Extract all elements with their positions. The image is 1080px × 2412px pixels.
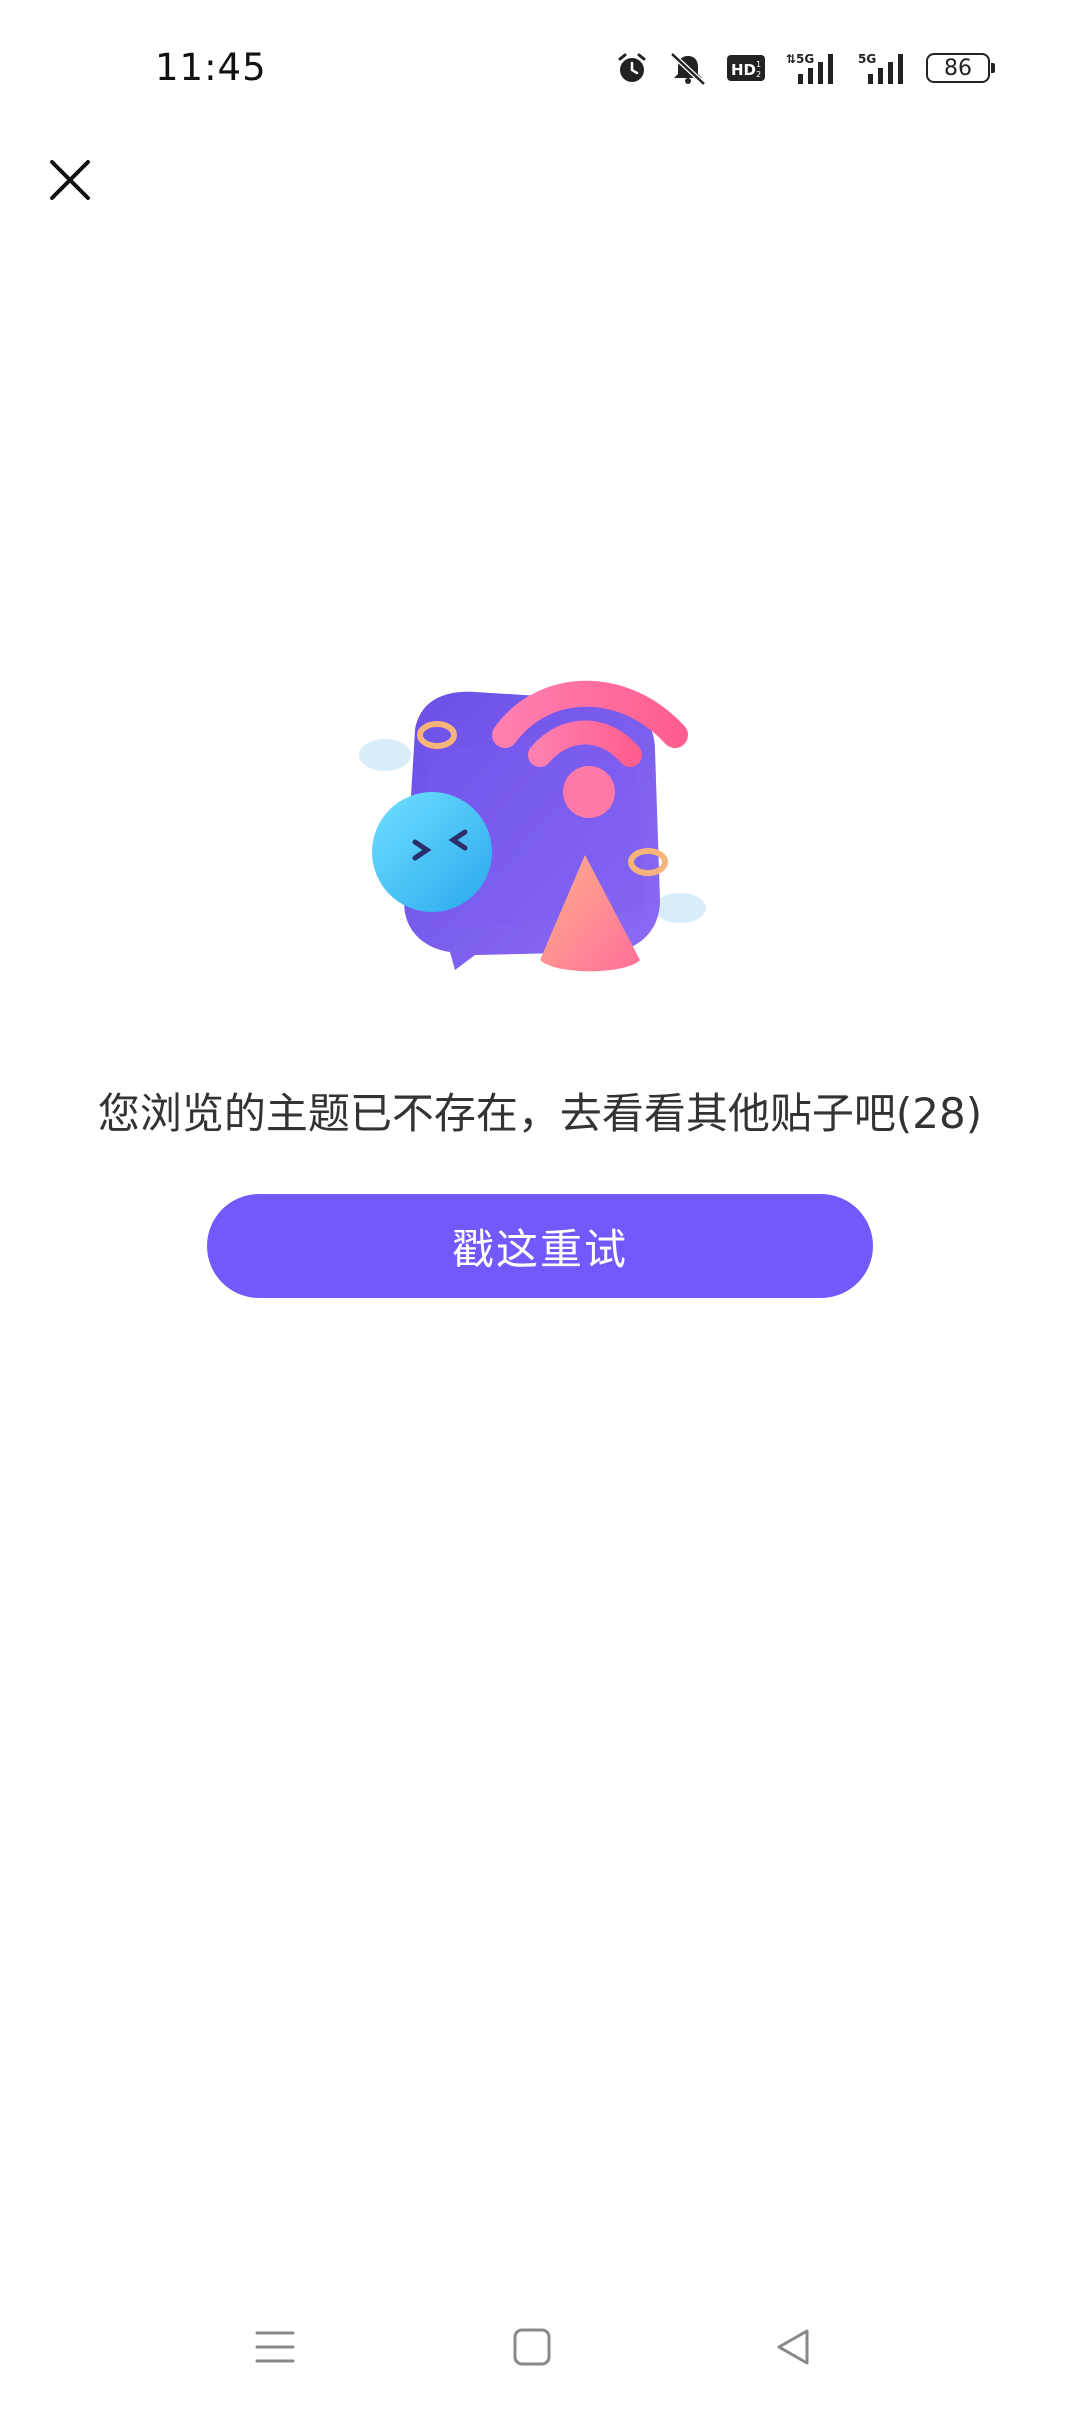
- menu-button[interactable]: [240, 2312, 310, 2382]
- empty-state-message: 您浏览的主题已不存在，去看看其他贴子吧(28): [97, 1089, 983, 1138]
- 5g-signal-icon: ⇅5G: [782, 48, 842, 88]
- svg-text:5G: 5G: [858, 52, 876, 66]
- status-icons: HD 1 2 ⇅5G 5G 86: [614, 48, 995, 88]
- home-icon: [513, 2328, 551, 2366]
- svg-text:1: 1: [756, 60, 761, 69]
- status-bar: 11:45 HD 1 2 ⇅5G 5G 86: [0, 0, 1080, 140]
- home-button[interactable]: [497, 2312, 567, 2382]
- 5g-signal-icon: 5G: [858, 48, 910, 88]
- hd-voice-icon: HD 1 2: [726, 48, 766, 88]
- navigation-bar: [0, 2290, 1080, 2400]
- battery-indicator: 86: [926, 53, 995, 83]
- close-button[interactable]: [40, 150, 100, 210]
- mute-icon: [666, 48, 710, 88]
- svg-text:2: 2: [756, 70, 761, 79]
- broken-signal-illustration: [355, 660, 715, 990]
- retry-button[interactable]: 戳这重试: [207, 1194, 873, 1298]
- back-button[interactable]: [758, 2312, 828, 2382]
- svg-text:⇅5G: ⇅5G: [786, 52, 814, 66]
- alarm-icon: [614, 48, 650, 88]
- close-icon: [50, 160, 90, 200]
- status-time: 11:45: [155, 46, 267, 89]
- back-icon: [777, 2329, 809, 2365]
- menu-icon: [255, 2331, 295, 2363]
- svg-text:HD: HD: [731, 61, 756, 79]
